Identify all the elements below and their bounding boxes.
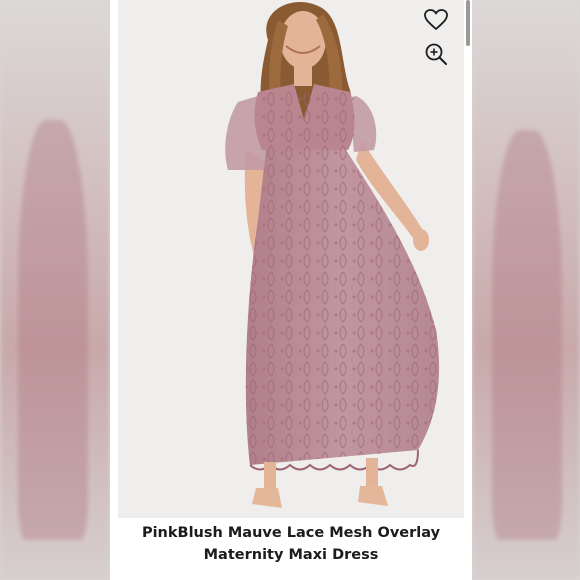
listing-title[interactable]: PinkBlush Mauve Lace Mesh Overlay Matern… [110, 522, 472, 566]
product-photo[interactable] [118, 0, 464, 518]
product-card: PinkBlush Mauve Lace Mesh Overlay Matern… [110, 0, 472, 580]
heart-outline-icon[interactable] [422, 6, 450, 34]
listing-title-line-2: Maternity Maxi Dress [203, 547, 379, 563]
blurred-background-right [472, 0, 580, 580]
zoom-in-icon[interactable] [422, 40, 450, 68]
dress-model-illustration [118, 0, 464, 518]
scrollbar-thumb[interactable] [466, 0, 470, 46]
blurred-background-left [0, 0, 110, 580]
listing-title-line-1: PinkBlush Mauve Lace Mesh Overlay [141, 525, 441, 541]
